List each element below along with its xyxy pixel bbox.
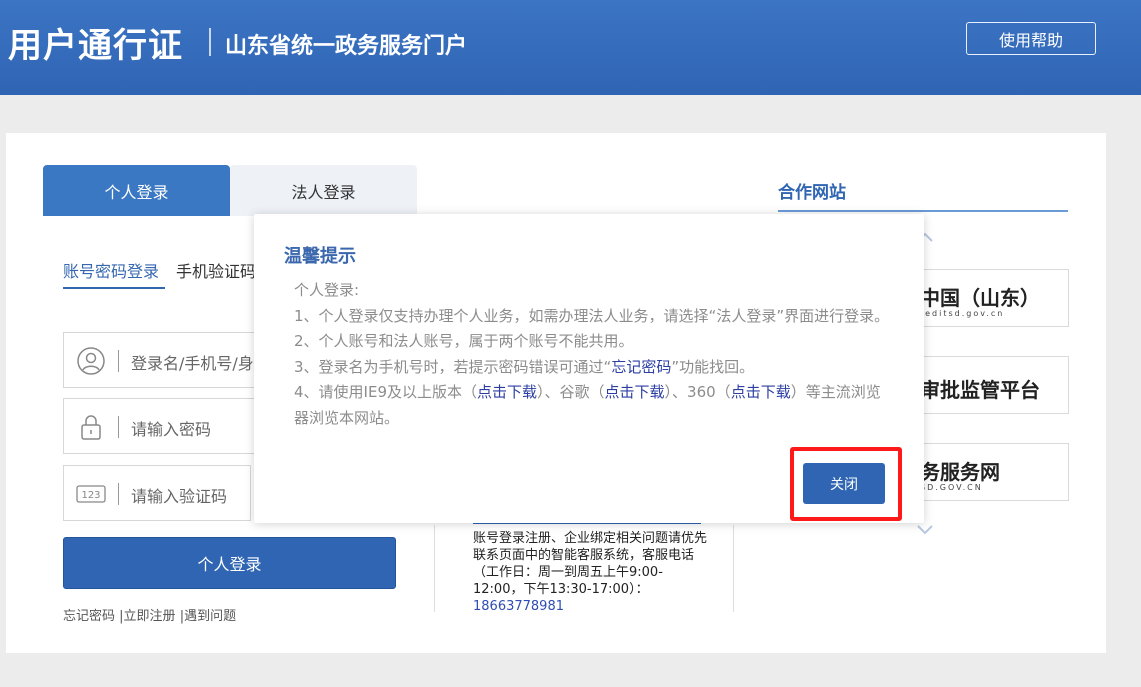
- dialog-line-3-text: 3、登录名为手机号时，若提示密码错误可通过“: [294, 357, 612, 376]
- tab-personal-login[interactable]: 个人登录: [43, 165, 230, 216]
- field-divider: [118, 483, 119, 505]
- partner-name: 审批监管平台: [920, 378, 1040, 402]
- partner-url: reditsd.gov.cn: [920, 309, 1005, 318]
- forgot-password-link[interactable]: 忘记密码: [63, 609, 115, 624]
- field-divider: [118, 416, 119, 438]
- svg-text:123: 123: [81, 490, 100, 501]
- dialog-line-4-text: ）、谷歌（: [537, 383, 605, 401]
- dialog-line-3-text: ”功能找回。: [671, 357, 755, 376]
- partners-underline: [778, 210, 1068, 212]
- chevron-down-icon[interactable]: [916, 525, 934, 535]
- captcha-field[interactable]: 123 请输入验证码: [63, 465, 251, 521]
- dialog-line-1: 1、个人登录仅支持办理个人业务，如需办理法人业务，请选择“法人登录”界面进行登录…: [294, 306, 890, 325]
- captcha-icon: 123: [76, 479, 106, 509]
- dialog-line-2: 2、个人账号和法人账号，属于两个账号不能共用。: [294, 332, 634, 350]
- subtab-underline: [63, 287, 165, 289]
- password-field[interactable]: 请输入密码: [63, 398, 263, 454]
- help-button[interactable]: 使用帮助: [966, 22, 1096, 55]
- dialog-line-4-text: ）、360（: [664, 383, 731, 401]
- password-input[interactable]: 请输入密码: [131, 416, 211, 440]
- partner-name: 中国（山东）: [920, 286, 1040, 310]
- partners-title: 合作网站: [778, 183, 846, 203]
- register-link[interactable]: |立即注册: [119, 609, 175, 624]
- title-divider: [209, 28, 211, 56]
- column-divider: [434, 525, 435, 612]
- subtab-sms-login[interactable]: 手机验证码: [176, 258, 256, 282]
- service-notice: 账号登录注册、企业绑定相关问题请优先联系页面中的智能客服系统，客服电话（工作日：…: [473, 531, 708, 597]
- 360-download-link[interactable]: 点击下载: [731, 383, 791, 401]
- partner-url: SD.GOV.CN: [920, 483, 983, 492]
- header: 用户通行证 山东省统一政务服务门户 使用帮助: [0, 0, 1141, 95]
- dialog-title: 温馨提示: [284, 246, 356, 267]
- service-phone: 18663778981: [473, 599, 564, 614]
- site-subtitle: 山东省统一政务服务门户: [225, 34, 468, 59]
- subtab-password-login[interactable]: 账号密码登录: [63, 258, 159, 282]
- personal-login-button[interactable]: 个人登录: [63, 537, 396, 589]
- dialog-line-3: 3、登录名为手机号时，若提示密码错误可通过“忘记密码”功能找回。: [294, 355, 894, 381]
- tab-corporate-login[interactable]: 法人登录: [230, 165, 417, 216]
- username-input[interactable]: 登录名/手机号/身: [131, 350, 254, 374]
- notice-dialog: 温馨提示 个人登录: 1、个人登录仅支持办理个人业务，如需办理法人业务，请选择“…: [254, 214, 924, 523]
- help-issue-link[interactable]: |遇到问题: [180, 609, 236, 624]
- dialog-body: 个人登录: 1、个人登录仅支持办理个人业务，如需办理法人业务，请选择“法人登录”…: [294, 278, 894, 431]
- dialog-line-4-text: 4、请使用IE9及以上版本（: [294, 383, 477, 401]
- dialog-line-4: 4、请使用IE9及以上版本（点击下载）、谷歌（点击下载）、360（点击下载）等主…: [294, 380, 894, 431]
- column-divider: [733, 525, 734, 612]
- lock-icon: [76, 412, 106, 442]
- field-divider: [118, 350, 119, 372]
- username-field[interactable]: 登录名/手机号/身: [63, 332, 263, 388]
- captcha-input[interactable]: 请输入验证码: [131, 483, 227, 507]
- site-title: 用户通行证: [8, 26, 183, 66]
- login-links: 忘记密码 |立即注册 |遇到问题: [63, 605, 236, 624]
- dialog-intro: 个人登录:: [294, 281, 360, 299]
- close-button[interactable]: 关闭: [803, 463, 885, 504]
- chrome-download-link[interactable]: 点击下载: [605, 383, 665, 401]
- forgot-password-link[interactable]: 忘记密码: [611, 358, 671, 376]
- partner-name: 务服务网: [920, 460, 1000, 484]
- ie-download-link[interactable]: 点击下载: [477, 383, 537, 401]
- user-icon: [76, 346, 106, 376]
